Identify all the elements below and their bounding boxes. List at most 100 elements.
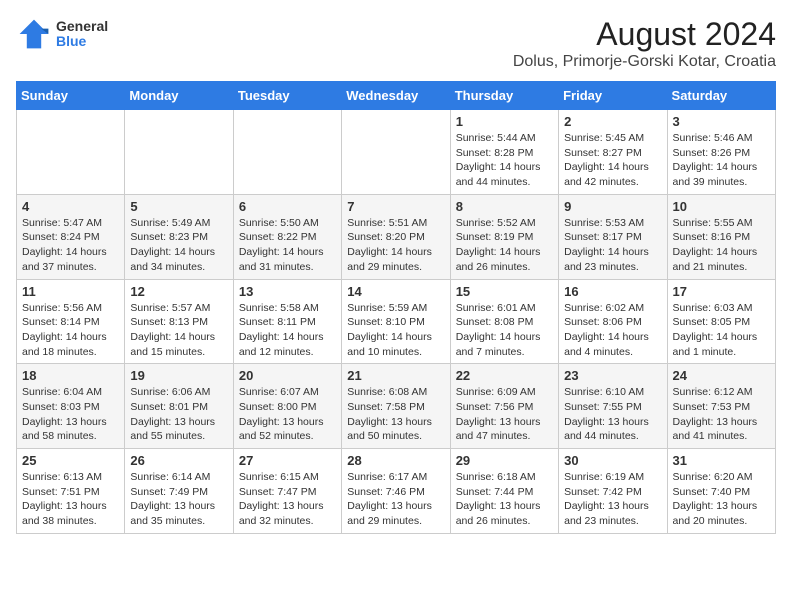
calendar-cell: 8 Sunrise: 5:52 AM Sunset: 8:19 PM Daylig… [450,194,558,279]
calendar-cell: 20 Sunrise: 6:07 AM Sunset: 8:00 PM Dayli… [233,364,341,449]
calendar-cell: 12 Sunrise: 5:57 AM Sunset: 8:13 PM Dayli… [125,279,233,364]
cell-content: Sunrise: 6:17 AM Sunset: 7:46 PM Dayligh… [347,470,444,529]
calendar-cell: 24 Sunrise: 6:12 AM Sunset: 7:53 PM Dayli… [667,364,775,449]
calendar-cell: 26 Sunrise: 6:14 AM Sunset: 7:49 PM Dayli… [125,449,233,534]
cell-content: Sunrise: 5:52 AM Sunset: 8:19 PM Dayligh… [456,216,553,275]
calendar-cell [125,110,233,195]
day-number: 10 [673,199,770,214]
calendar-cell: 28Sunrise: 6:17 AM Sunset: 7:46 PM Dayli… [342,449,450,534]
calendar-cell: 18 Sunrise: 6:04 AM Sunset: 8:03 PM Dayli… [17,364,125,449]
cell-content: Sunrise: 5:58 AM Sunset: 8:11 PM Dayligh… [239,301,336,360]
calendar-cell: 21Sunrise: 6:08 AM Sunset: 7:58 PM Dayli… [342,364,450,449]
cell-content: Sunrise: 6:18 AM Sunset: 7:44 PM Dayligh… [456,470,553,529]
cell-content: Sunrise: 6:03 AM Sunset: 8:05 PM Dayligh… [673,301,770,360]
cell-content: Sunrise: 5:49 AM Sunset: 8:23 PM Dayligh… [130,216,227,275]
weekday-header-sunday: Sunday [17,82,125,110]
calendar-cell: 14 Sunrise: 5:59 AM Sunset: 8:10 PM Dayli… [342,279,450,364]
day-number: 8 [456,199,553,214]
day-number: 21 [347,368,444,383]
calendar-week-row: 4Sunrise: 5:47 AM Sunset: 8:24 PM Daylig… [17,194,776,279]
day-number: 2 [564,114,661,129]
calendar-cell: 27 Sunrise: 6:15 AM Sunset: 7:47 PM Dayli… [233,449,341,534]
day-number: 14 [347,284,444,299]
day-number: 31 [673,453,770,468]
day-number: 20 [239,368,336,383]
cell-content: Sunrise: 6:04 AM Sunset: 8:03 PM Dayligh… [22,385,119,444]
calendar-cell: 17 Sunrise: 6:03 AM Sunset: 8:05 PM Dayli… [667,279,775,364]
calendar-cell: 13 Sunrise: 5:58 AM Sunset: 8:11 PM Dayli… [233,279,341,364]
cell-content: Sunrise: 6:14 AM Sunset: 7:49 PM Dayligh… [130,470,227,529]
day-number: 4 [22,199,119,214]
day-number: 6 [239,199,336,214]
cell-content: Sunrise: 6:06 AM Sunset: 8:01 PM Dayligh… [130,385,227,444]
location-text: Dolus, Primorje-Gorski Kotar, Croatia [513,53,776,71]
day-number: 5 [130,199,227,214]
calendar-week-row: 18 Sunrise: 6:04 AM Sunset: 8:03 PM Dayli… [17,364,776,449]
day-number: 19 [130,368,227,383]
cell-content: Sunrise: 6:15 AM Sunset: 7:47 PM Dayligh… [239,470,336,529]
cell-content: Sunrise: 6:12 AM Sunset: 7:53 PM Dayligh… [673,385,770,444]
calendar-cell [17,110,125,195]
calendar-cell: 9 Sunrise: 5:53 AM Sunset: 8:17 PM Daylig… [559,194,667,279]
calendar-cell: 31 Sunrise: 6:20 AM Sunset: 7:40 PM Dayli… [667,449,775,534]
cell-content: Sunrise: 6:20 AM Sunset: 7:40 PM Dayligh… [673,470,770,529]
day-number: 9 [564,199,661,214]
day-number: 22 [456,368,553,383]
cell-content: Sunrise: 5:56 AM Sunset: 8:14 PM Dayligh… [22,301,119,360]
day-number: 7 [347,199,444,214]
day-number: 12 [130,284,227,299]
day-number: 27 [239,453,336,468]
calendar-cell: 23 Sunrise: 6:10 AM Sunset: 7:55 PM Dayli… [559,364,667,449]
calendar-cell: 29 Sunrise: 6:18 AM Sunset: 7:44 PM Dayli… [450,449,558,534]
day-number: 3 [673,114,770,129]
cell-content: Sunrise: 5:55 AM Sunset: 8:16 PM Dayligh… [673,216,770,275]
calendar-cell: 16Sunrise: 6:02 AM Sunset: 8:06 PM Dayli… [559,279,667,364]
cell-content: Sunrise: 5:57 AM Sunset: 8:13 PM Dayligh… [130,301,227,360]
calendar-cell: 2 Sunrise: 5:45 AM Sunset: 8:27 PM Daylig… [559,110,667,195]
day-number: 17 [673,284,770,299]
day-number: 26 [130,453,227,468]
day-number: 15 [456,284,553,299]
calendar-cell: 19 Sunrise: 6:06 AM Sunset: 8:01 PM Dayli… [125,364,233,449]
cell-content: Sunrise: 5:59 AM Sunset: 8:10 PM Dayligh… [347,301,444,360]
calendar-cell: 1Sunrise: 5:44 AM Sunset: 8:28 PM Daylig… [450,110,558,195]
cell-content: Sunrise: 5:46 AM Sunset: 8:26 PM Dayligh… [673,131,770,190]
weekday-header-row: SundayMondayTuesdayWednesdayThursdayFrid… [17,82,776,110]
day-number: 23 [564,368,661,383]
calendar-week-row: 11 Sunrise: 5:56 AM Sunset: 8:14 PM Dayli… [17,279,776,364]
cell-content: Sunrise: 6:01 AM Sunset: 8:08 PM Dayligh… [456,301,553,360]
calendar-cell: 10 Sunrise: 5:55 AM Sunset: 8:16 PM Dayli… [667,194,775,279]
day-number: 18 [22,368,119,383]
calendar-cell: 15 Sunrise: 6:01 AM Sunset: 8:08 PM Dayli… [450,279,558,364]
logo-blue-text: Blue [56,34,108,49]
day-number: 11 [22,284,119,299]
calendar-cell: 6 Sunrise: 5:50 AM Sunset: 8:22 PM Daylig… [233,194,341,279]
title-block: August 2024 Dolus, Primorje-Gorski Kotar… [513,16,776,71]
weekday-header-tuesday: Tuesday [233,82,341,110]
cell-content: Sunrise: 5:53 AM Sunset: 8:17 PM Dayligh… [564,216,661,275]
logo-general-text: General [56,19,108,34]
cell-content: Sunrise: 5:44 AM Sunset: 8:28 PM Dayligh… [456,131,553,190]
cell-content: Sunrise: 6:07 AM Sunset: 8:00 PM Dayligh… [239,385,336,444]
logo: General Blue [16,16,108,52]
cell-content: Sunrise: 5:50 AM Sunset: 8:22 PM Dayligh… [239,216,336,275]
calendar-cell: 30Sunrise: 6:19 AM Sunset: 7:42 PM Dayli… [559,449,667,534]
calendar-cell: 3 Sunrise: 5:46 AM Sunset: 8:26 PM Daylig… [667,110,775,195]
day-number: 16 [564,284,661,299]
calendar-cell: 25Sunrise: 6:13 AM Sunset: 7:51 PM Dayli… [17,449,125,534]
calendar-table: SundayMondayTuesdayWednesdayThursdayFrid… [16,81,776,534]
cell-content: Sunrise: 5:45 AM Sunset: 8:27 PM Dayligh… [564,131,661,190]
logo-icon [16,16,52,52]
day-number: 29 [456,453,553,468]
weekday-header-thursday: Thursday [450,82,558,110]
weekday-header-friday: Friday [559,82,667,110]
page-header: General Blue August 2024 Dolus, Primorje… [16,16,776,71]
weekday-header-wednesday: Wednesday [342,82,450,110]
calendar-cell [342,110,450,195]
calendar-cell: 4Sunrise: 5:47 AM Sunset: 8:24 PM Daylig… [17,194,125,279]
calendar-cell [233,110,341,195]
day-number: 13 [239,284,336,299]
day-number: 24 [673,368,770,383]
calendar-week-row: 25Sunrise: 6:13 AM Sunset: 7:51 PM Dayli… [17,449,776,534]
cell-content: Sunrise: 6:10 AM Sunset: 7:55 PM Dayligh… [564,385,661,444]
